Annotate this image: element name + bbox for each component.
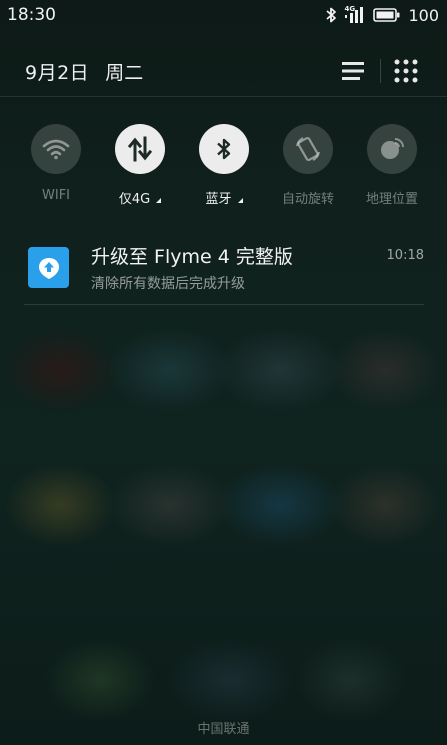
notification-title: 升级至 Flyme 4 完整版 <box>91 246 293 268</box>
toggle-bluetooth[interactable]: 蓝牙 <box>182 124 266 214</box>
grid-icon <box>394 59 418 83</box>
quick-toggles: WIFI 仅4G 蓝牙 自动旋转 地理位置 <box>14 124 434 214</box>
dropdown-caret-icon[interactable] <box>237 197 243 203</box>
bluetooth-icon <box>217 138 231 160</box>
toggle-auto-rotate-button[interactable] <box>283 124 333 174</box>
upgrade-icon <box>38 257 59 279</box>
toggle-wifi-button[interactable] <box>31 124 81 174</box>
notification-app-icon <box>28 247 69 288</box>
wifi-icon <box>42 139 70 160</box>
date-row: 9月2日 周二 <box>0 50 447 92</box>
status-icons: 4G 100 <box>325 5 439 25</box>
notification-item[interactable]: 升级至 Flyme 4 完整版 清除所有数据后完成升级 10:18 <box>24 230 424 304</box>
toggle-bluetooth-button[interactable] <box>199 124 249 174</box>
actions-divider <box>380 59 381 83</box>
toggle-auto-rotate-label: 自动旋转 <box>281 192 334 207</box>
notification-subtitle: 清除所有数据后完成升级 <box>91 276 245 292</box>
status-time: 18:30 <box>7 5 56 25</box>
toggle-wifi[interactable]: WIFI <box>14 124 98 214</box>
location-icon <box>381 138 404 159</box>
toggle-bluetooth-label: 蓝牙 <box>205 192 232 207</box>
toggle-location[interactable]: 地理位置 <box>350 124 434 214</box>
notifications-list-button[interactable] <box>338 56 368 86</box>
auto-rotate-icon <box>296 136 320 162</box>
header-actions <box>338 56 421 86</box>
battery-icon <box>373 8 400 22</box>
toggle-auto-rotate[interactable]: 自动旋转 <box>266 124 350 214</box>
battery-percent: 100 <box>408 5 439 25</box>
list-icon <box>342 62 364 80</box>
toggle-wifi-label: WIFI <box>42 188 70 203</box>
toggle-mobile-data-button[interactable] <box>115 124 165 174</box>
header-divider <box>0 96 447 97</box>
weekday-label: 周二 <box>105 61 144 84</box>
toggle-mobile-data-label: 仅4G <box>118 192 151 207</box>
toggle-location-button[interactable] <box>367 124 417 174</box>
signal-icon: 4G <box>344 5 366 24</box>
notification-divider <box>24 304 424 305</box>
status-bar: 18:30 4G 100 <box>0 0 447 30</box>
toggle-location-label: 地理位置 <box>365 192 418 207</box>
notification-time: 10:18 <box>386 248 424 263</box>
mobile-data-icon <box>127 136 153 162</box>
date-label: 9月2日 <box>25 61 90 84</box>
all-toggles-button[interactable] <box>391 56 421 86</box>
carrier-label: 中国联通 <box>197 722 250 737</box>
dropdown-caret-icon[interactable] <box>156 197 162 203</box>
toggle-mobile-data[interactable]: 仅4G <box>98 124 182 214</box>
bluetooth-status-icon <box>326 7 337 23</box>
